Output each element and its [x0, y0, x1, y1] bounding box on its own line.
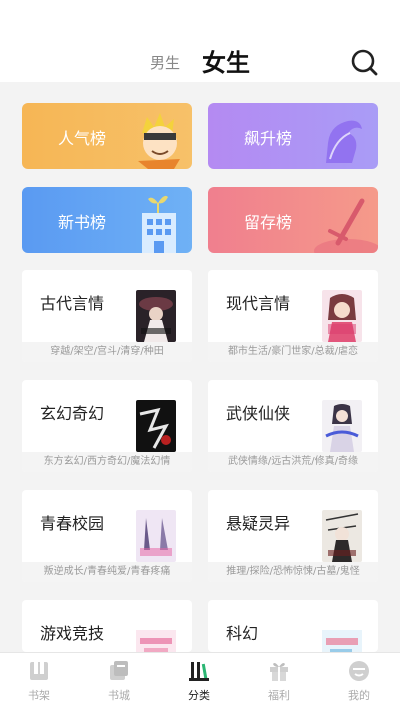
profile-icon — [349, 661, 369, 681]
category-card-xianxia[interactable]: 武侠仙侠 武侠情缘/远古洪荒/修真/奇缘 — [208, 380, 378, 472]
ranking-label: 飙升榜 — [244, 129, 293, 148]
category-tags: 都市生活/豪门世家/总裁/虐恋 — [208, 342, 378, 362]
tab-male[interactable]: 男生 — [150, 52, 180, 73]
flexed-arm-icon — [326, 120, 362, 163]
category-card-ancient-romance[interactable]: 古代言情 穿越/架空/宫斗/清穿/种田 — [22, 270, 192, 362]
tab-label: 我的 — [348, 689, 370, 702]
tab-profile[interactable]: 我的 — [329, 659, 389, 709]
tab-category[interactable]: 分类 — [169, 659, 229, 709]
tab-label: 书架 — [28, 689, 50, 702]
book-cover-image — [322, 290, 362, 342]
top-bar: 男生 女生 — [0, 40, 400, 82]
ninja-character-icon — [138, 113, 180, 169]
search-icon — [351, 49, 378, 76]
category-title: 悬疑灵异 — [226, 514, 291, 533]
tab-bookstore[interactable]: 书城 — [89, 659, 149, 709]
book-cover-image — [136, 400, 176, 452]
book-cover-image — [136, 630, 176, 652]
category-title: 科幻 — [226, 624, 259, 643]
status-bar — [0, 0, 400, 40]
category-tags: 叛逆成长/青春纯爱/青春疼痛 — [22, 562, 192, 582]
tab-label: 书城 — [108, 689, 130, 702]
category-title: 玄幻奇幻 — [40, 404, 105, 423]
book-cover-image — [322, 400, 362, 452]
book-cover-image — [322, 510, 362, 562]
tab-label: 福利 — [268, 689, 290, 702]
book-cover-image — [322, 630, 362, 652]
ranking-new-card[interactable]: 新书榜 — [22, 187, 192, 253]
book-cover-image — [136, 290, 176, 342]
category-title: 现代言情 — [226, 294, 291, 313]
search-button[interactable] — [350, 48, 378, 76]
category-tags: 东方玄幻/西方奇幻/魔法幻情 — [22, 452, 192, 472]
tab-female[interactable]: 女生 — [202, 43, 250, 78]
ranking-popular-card[interactable]: 人气榜 — [22, 103, 192, 169]
category-tags: 穿越/架空/宫斗/清穿/种田 — [22, 342, 192, 362]
bookshelf-icon — [30, 662, 48, 680]
sword-icon — [314, 198, 378, 253]
ranking-label: 新书榜 — [58, 213, 107, 232]
ranking-label: 人气榜 — [58, 129, 107, 148]
category-title: 青春校园 — [40, 514, 105, 533]
category-card-modern-romance[interactable]: 现代言情 都市生活/豪门世家/总裁/虐恋 — [208, 270, 378, 362]
book-cover-image — [136, 510, 176, 562]
category-card-gaming[interactable]: 游戏竞技 — [22, 600, 192, 652]
ranking-rising-card[interactable]: 飙升榜 — [208, 103, 378, 169]
tab-welfare[interactable]: 福利 — [249, 659, 309, 709]
category-title: 游戏竞技 — [40, 624, 105, 643]
tab-label: 分类 — [188, 689, 210, 702]
bookstore-icon — [110, 661, 128, 680]
category-tags: 武侠情缘/远古洪荒/修真/奇缘 — [208, 452, 378, 472]
category-title: 古代言情 — [40, 294, 105, 313]
tab-bookshelf[interactable]: 书架 — [9, 659, 69, 709]
ranking-label: 留存榜 — [244, 213, 293, 232]
category-card-campus[interactable]: 青春校园 叛逆成长/青春纯爱/青春疼痛 — [22, 490, 192, 582]
building-sprout-icon — [142, 195, 176, 253]
category-tags: 推理/探险/恐怖惊悚/古墓/鬼怪 — [208, 562, 378, 582]
category-card-fantasy[interactable]: 玄幻奇幻 东方玄幻/西方奇幻/魔法幻情 — [22, 380, 192, 472]
bottom-tab-bar: 书架 书城 分类 福利 我的 — [0, 652, 400, 711]
category-card-mystery[interactable]: 悬疑灵异 推理/探险/恐怖惊悚/古墓/鬼怪 — [208, 490, 378, 582]
gift-icon — [270, 663, 288, 681]
category-title: 武侠仙侠 — [226, 404, 291, 423]
category-card-scifi[interactable]: 科幻 — [208, 600, 378, 652]
ranking-retention-card[interactable]: 留存榜 — [208, 187, 378, 253]
category-icon — [189, 662, 209, 681]
